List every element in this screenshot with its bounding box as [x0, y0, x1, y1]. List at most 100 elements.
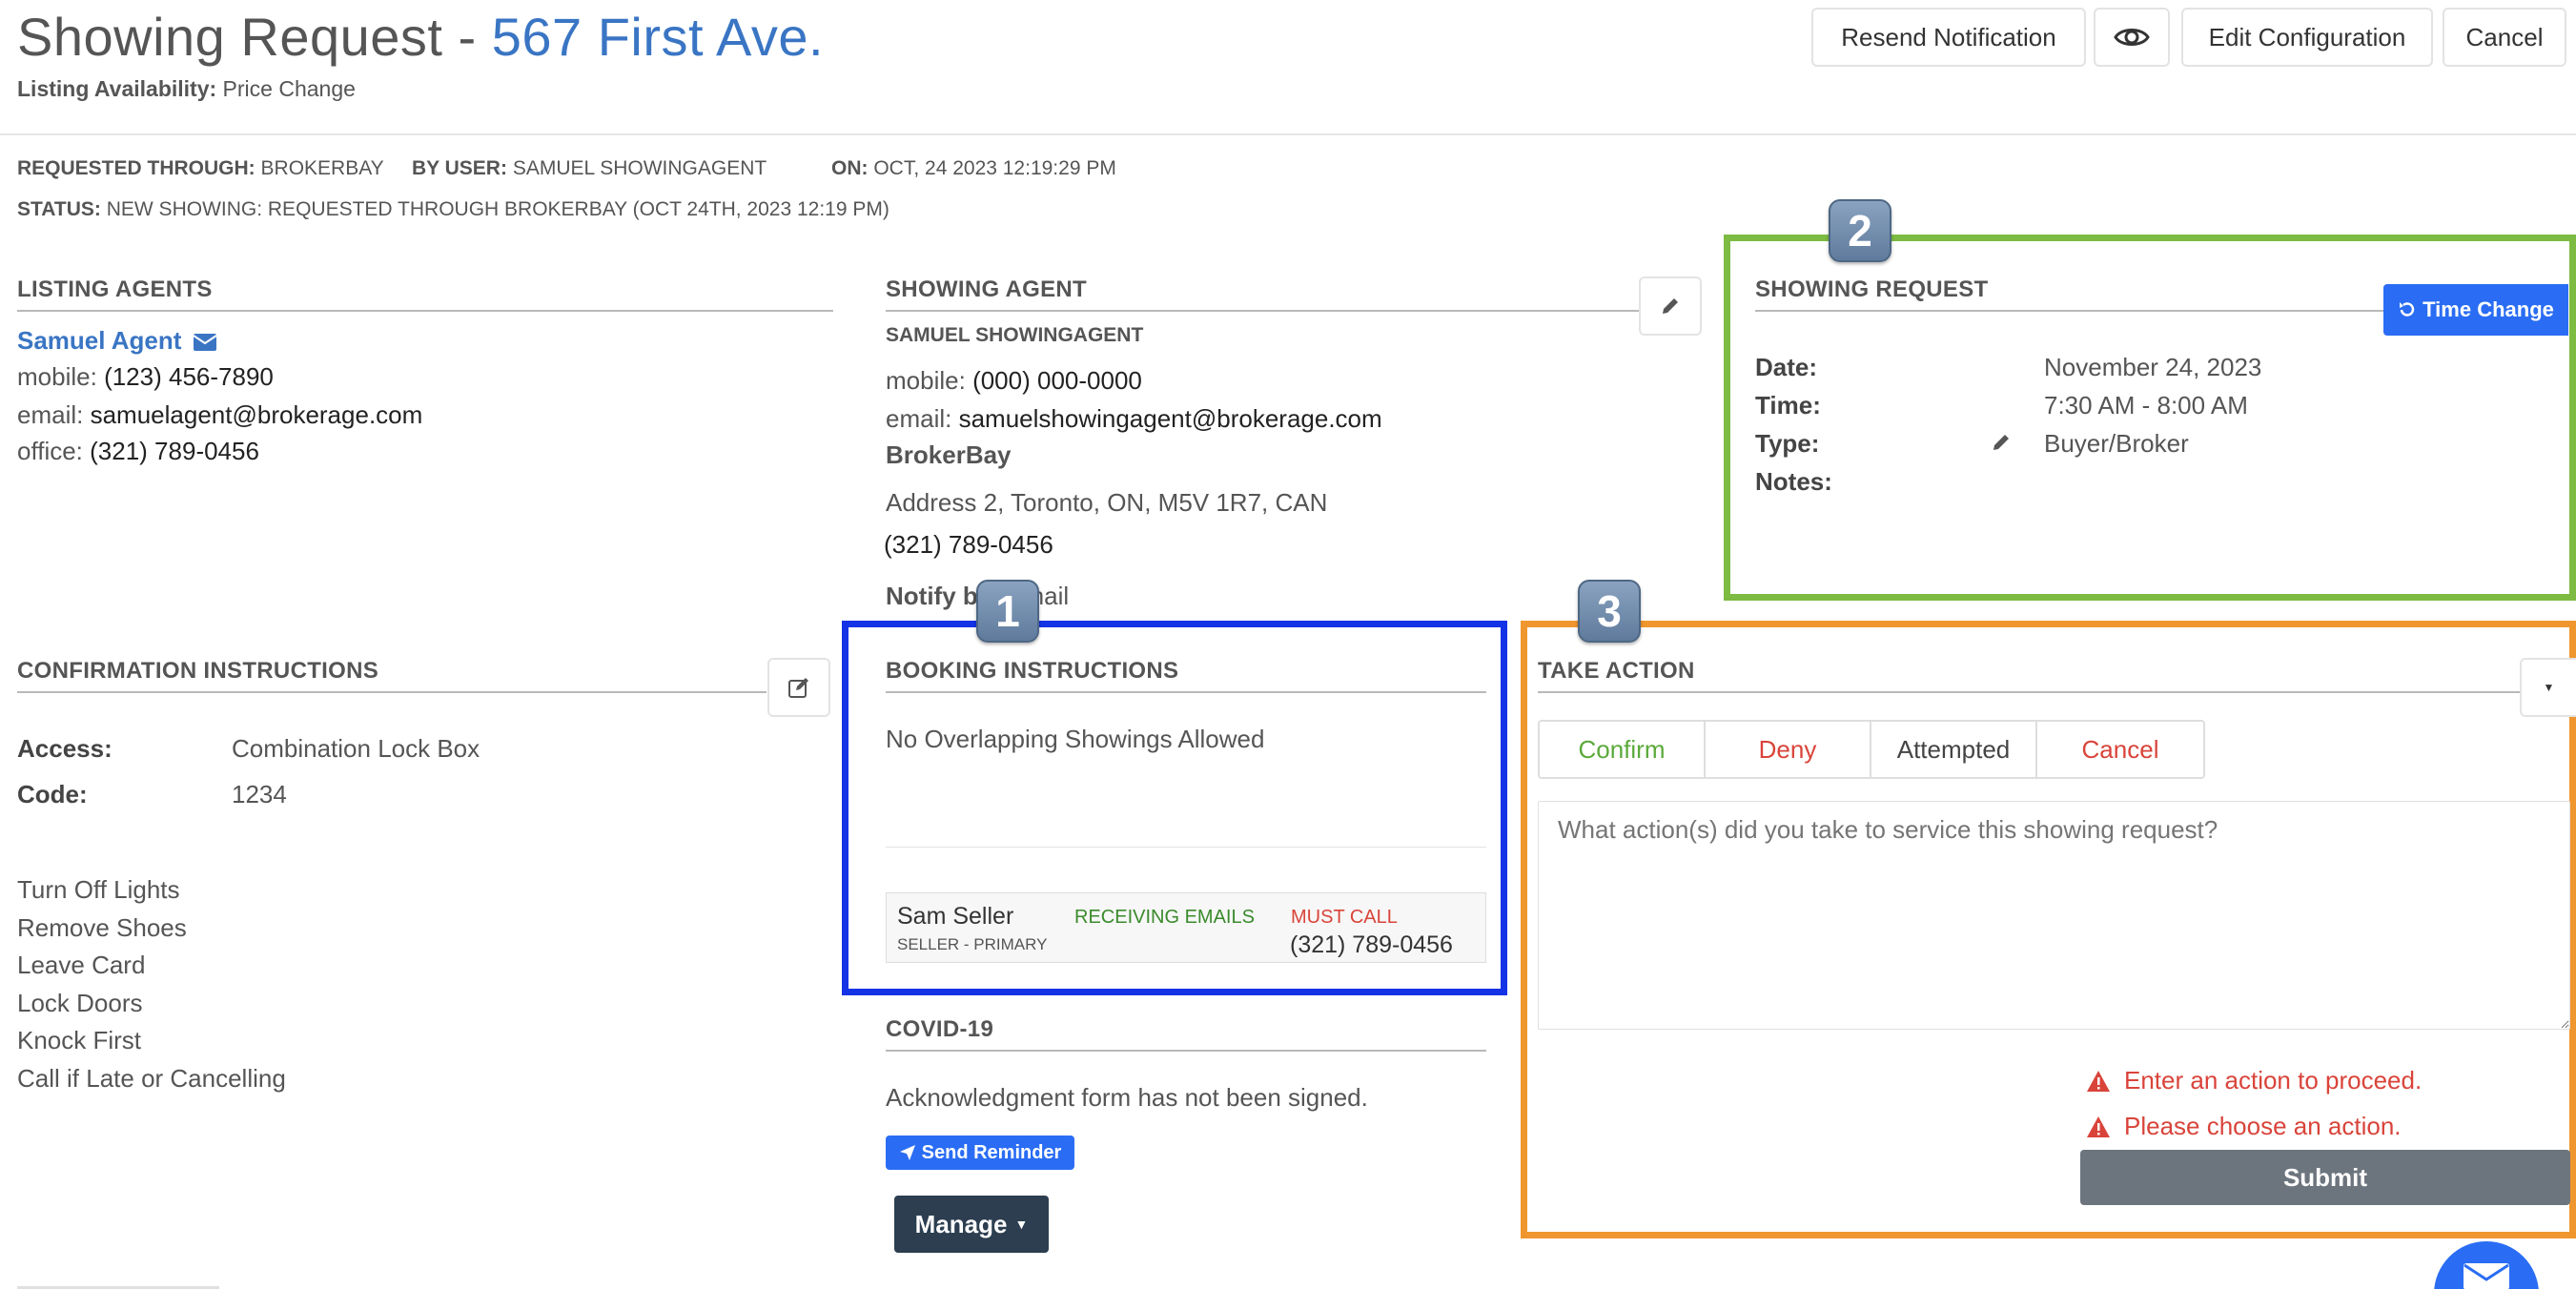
warning-icon: [2087, 1070, 2110, 1092]
by-user-value: SAMUEL SHOWINGAGENT: [512, 157, 767, 179]
seller-call-status: MUST CALL: [1291, 907, 1398, 928]
showing-agent-phone: (321) 789-0456: [884, 530, 1053, 559]
caret-down-icon: ▼: [1014, 1217, 1029, 1232]
availability-label: Listing Availability:: [17, 76, 217, 101]
requested-on: ON: OCT, 24 2023 12:19:29 PM: [831, 157, 1116, 180]
mobile-label: mobile:: [886, 366, 966, 395]
requested-through-label: REQUESTED THROUGH:: [17, 157, 256, 179]
time-label: Time:: [1755, 391, 1821, 419]
time-change-label: Time Change: [2423, 297, 2554, 321]
status-value: NEW SHOWING: REQUESTED THROUGH BROKERBAY…: [106, 198, 889, 220]
error-choose-action-text: Please choose an action.: [2124, 1112, 2402, 1140]
cancel-header-button[interactable]: Cancel: [2443, 8, 2566, 67]
requested-through-value: BROKERBAY: [260, 157, 384, 179]
envelope-icon: [2464, 1263, 2509, 1289]
send-reminder-button[interactable]: Send Reminder: [886, 1136, 1074, 1170]
time-change-button[interactable]: Time Change: [2383, 284, 2568, 336]
listing-agent-office: office: (321) 789-0456: [17, 437, 259, 466]
email-value[interactable]: samuelshowingagent@brokerage.com: [959, 404, 1382, 433]
seller-email-status: RECEIVING EMAILS: [1074, 907, 1255, 928]
code-value: 1234: [232, 780, 287, 808]
seller-name: Sam Seller: [897, 903, 1014, 930]
error-enter-action-text: Enter an action to proceed.: [2124, 1066, 2423, 1095]
listing-agents-heading: LISTING AGENTS: [17, 276, 213, 302]
seller-role: SELLER - PRIMARY: [897, 935, 1048, 953]
by-user-label: BY USER:: [412, 157, 507, 179]
showing-agent-address: Address 2, Toronto, ON, M5V 1R7, CAN: [886, 488, 1328, 517]
seller-phone: (321) 789-0456: [1290, 931, 1453, 958]
tab-confirm[interactable]: Confirm: [1538, 720, 1706, 779]
mobile-value: (000) 000-0000: [972, 366, 1142, 395]
preview-button[interactable]: [2094, 8, 2170, 67]
requested-on-value: OCT, 24 2023 12:19:29 PM: [873, 157, 1116, 179]
confirmation-heading: CONFIRMATION INSTRUCTIONS: [17, 658, 379, 684]
listing-agent-name[interactable]: Samuel Agent: [17, 326, 181, 355]
submit-button[interactable]: Submit: [2080, 1150, 2570, 1205]
take-action-collapse-button[interactable]: ▼: [2520, 658, 2576, 717]
covid-rule: [886, 1050, 1486, 1052]
availability-value: Price Change: [222, 76, 356, 101]
access-label: Access:: [17, 734, 112, 763]
showing-request-rule: [1755, 310, 2384, 312]
eye-icon: [2114, 29, 2150, 46]
showing-agent-rule: [886, 310, 1639, 312]
resend-notification-button[interactable]: Resend Notification: [1811, 8, 2086, 67]
showing-agent-brokerage: BrokerBay: [886, 440, 1012, 469]
edit-showing-agent-button[interactable]: [1639, 276, 1702, 336]
edit-confirmation-button[interactable]: [767, 658, 830, 717]
envelope-icon[interactable]: [193, 333, 217, 352]
tab-cancel[interactable]: Cancel: [2035, 720, 2205, 779]
email-label: email:: [886, 404, 952, 433]
tab-attempted[interactable]: Attempted: [1870, 720, 2037, 779]
showing-agent-email: email: samuelshowingagent@brokerage.com: [886, 404, 1382, 434]
annotation-badge-3: 3: [1578, 580, 1641, 643]
listing-agent-mobile: mobile: (123) 456-7890: [17, 362, 274, 392]
mobile-value: (123) 456-7890: [104, 362, 274, 391]
showing-request-heading: SHOWING REQUEST: [1755, 276, 1989, 302]
warning-icon: [2087, 1115, 2110, 1137]
type-label: Type:: [1755, 429, 1820, 458]
requested-through: REQUESTED THROUGH: BROKERBAY: [17, 157, 384, 180]
undo-icon: [2400, 302, 2415, 317]
page-title-prefix: Showing Request -: [17, 7, 492, 67]
listing-availability: Listing Availability: Price Change: [17, 76, 356, 102]
edit-icon: [788, 678, 808, 698]
error-choose-action: Please choose an action.: [2086, 1112, 2402, 1141]
listing-agent-name-link[interactable]: Samuel Agent: [17, 326, 217, 356]
page-title: Showing Request - 567 First Ave.: [17, 6, 824, 68]
showing-agent-mobile: mobile: (000) 000-0000: [886, 366, 1142, 396]
booking-text: No Overlapping Showings Allowed: [886, 725, 1265, 753]
paper-plane-icon: [899, 1145, 915, 1160]
send-reminder-label: Send Reminder: [921, 1141, 1062, 1163]
tab-deny[interactable]: Deny: [1704, 720, 1871, 779]
take-action-rule: [1538, 691, 2520, 693]
action-notes-textarea[interactable]: [1538, 801, 2570, 1030]
page-title-address[interactable]: 567 First Ave.: [492, 7, 824, 67]
pencil-icon: [1663, 298, 1678, 314]
listing-agent-email: email: samuelagent@brokerage.com: [17, 400, 422, 430]
manage-dropdown-button[interactable]: Manage ▼: [894, 1196, 1049, 1253]
pencil-icon[interactable]: [1991, 432, 2012, 453]
seller-card: Sam Seller SELLER - PRIMARY RECEIVING EM…: [886, 892, 1486, 963]
confirmation-instructions-list: Turn Off Lights Remove Shoes Leave Card …: [17, 871, 286, 1098]
annotation-badge-1: 1: [976, 580, 1039, 643]
covid-heading: COVID-19: [886, 1016, 994, 1042]
status-label: STATUS:: [17, 198, 101, 220]
header-divider: [0, 133, 2576, 135]
time-value: 7:30 AM - 8:00 AM: [2044, 391, 2248, 419]
instruction-item: Knock First: [17, 1026, 142, 1055]
office-value: (321) 789-0456: [90, 437, 259, 465]
listing-agents-rule: [17, 310, 833, 312]
code-label: Code:: [17, 780, 88, 808]
instruction-item: Turn Off Lights: [17, 875, 180, 904]
status-line: STATUS: NEW SHOWING: REQUESTED THROUGH B…: [17, 198, 889, 221]
annotation-badge-2: 2: [1829, 199, 1891, 262]
notes-label: Notes:: [1755, 467, 1832, 496]
email-value[interactable]: samuelagent@brokerage.com: [91, 400, 423, 429]
booking-rule: [886, 691, 1486, 693]
email-label: email:: [17, 400, 84, 429]
covid-text: Acknowledgment form has not been signed.: [886, 1083, 1368, 1112]
edit-configuration-button[interactable]: Edit Configuration: [2181, 8, 2433, 67]
date-label: Date:: [1755, 353, 1818, 381]
chat-launcher-button[interactable]: [2434, 1241, 2539, 1289]
